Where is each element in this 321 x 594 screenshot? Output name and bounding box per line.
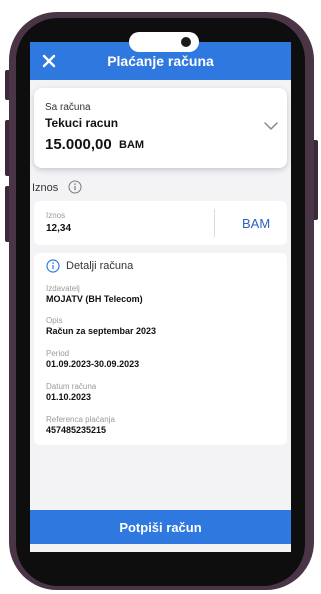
bill-date-value: 01.10.2023: [46, 392, 92, 402]
info-icon[interactable]: [68, 180, 82, 194]
amount-section-label: Iznos: [32, 182, 59, 194]
amount-field[interactable]: Iznos 12,34 BAM: [34, 201, 287, 245]
dynamic-island: [129, 32, 199, 52]
bill-details-title: Detalji računa: [66, 260, 134, 272]
chevron-down-icon: [264, 122, 278, 130]
phone-side-button: [5, 70, 9, 100]
amount-value: 12,34: [46, 223, 72, 234]
camera-icon: [181, 37, 191, 47]
payment-reference-value: 457485235215: [46, 425, 107, 435]
phone-power-button: [314, 140, 318, 220]
account-selector[interactable]: Sa računa Tekuci racun 15.000,00 BAM: [34, 88, 287, 168]
description-value: Račun za septembar 2023: [46, 326, 157, 336]
period-label: Period: [46, 349, 70, 358]
amount-divider: [214, 209, 215, 237]
info-icon: [46, 259, 60, 273]
app-screen: Plaćanje računa Sa računa Tekuci racun 1…: [30, 42, 291, 552]
account-caption: Sa računa: [45, 102, 91, 113]
page-title: Plaćanje računa: [107, 53, 214, 69]
amount-field-caption: Iznos: [46, 211, 66, 220]
description-label: Opis: [46, 316, 63, 325]
bill-date-label: Datum računa: [46, 382, 97, 391]
phone-volume-down-button: [5, 186, 9, 242]
currency-selector[interactable]: BAM: [242, 216, 270, 231]
bill-details-card: Detalji računa Izdavatelj MOJATV (BH Tel…: [34, 253, 287, 445]
payment-reference-label: Referenca plaćanja: [46, 415, 115, 424]
issuer-value: MOJATV (BH Telecom): [46, 294, 143, 304]
phone-bezel: Plaćanje računa Sa računa Tekuci racun 1…: [16, 18, 305, 586]
account-balance: 15.000,00: [45, 136, 112, 153]
account-name: Tekuci racun: [45, 116, 119, 130]
period-value: 01.09.2023-30.09.2023: [46, 359, 140, 369]
issuer-label: Izdavatelj: [46, 284, 80, 293]
phone-volume-up-button: [5, 120, 9, 176]
sign-bill-button[interactable]: Potpiši račun: [30, 510, 291, 544]
account-currency: BAM: [119, 139, 145, 151]
